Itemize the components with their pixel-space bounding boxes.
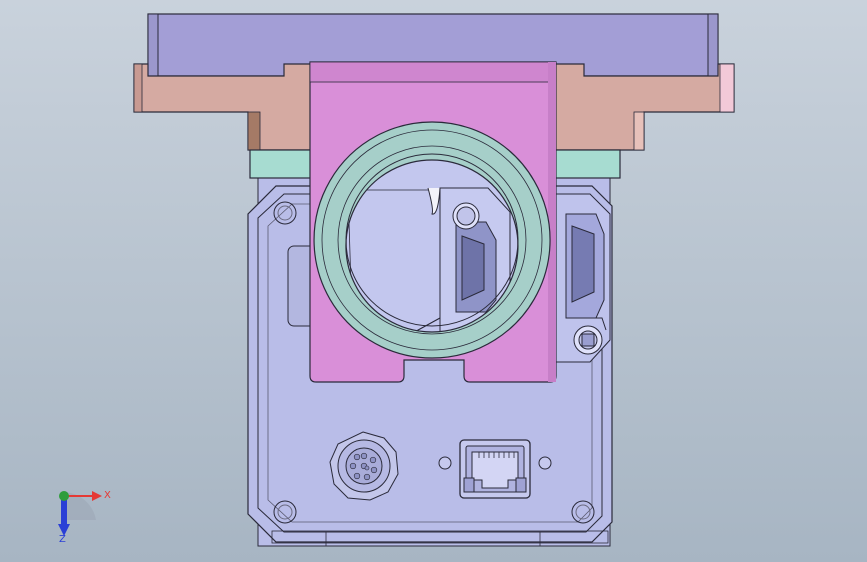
z-axis-label: Z <box>59 534 66 545</box>
port-screw-right <box>538 456 552 470</box>
y-axis-indicator <box>59 491 69 501</box>
port-screw-left <box>438 456 452 470</box>
cad-drawing: X Z <box>0 0 867 562</box>
x-axis-label: X <box>104 490 111 501</box>
cad-viewport[interactable]: X Z <box>0 0 867 562</box>
